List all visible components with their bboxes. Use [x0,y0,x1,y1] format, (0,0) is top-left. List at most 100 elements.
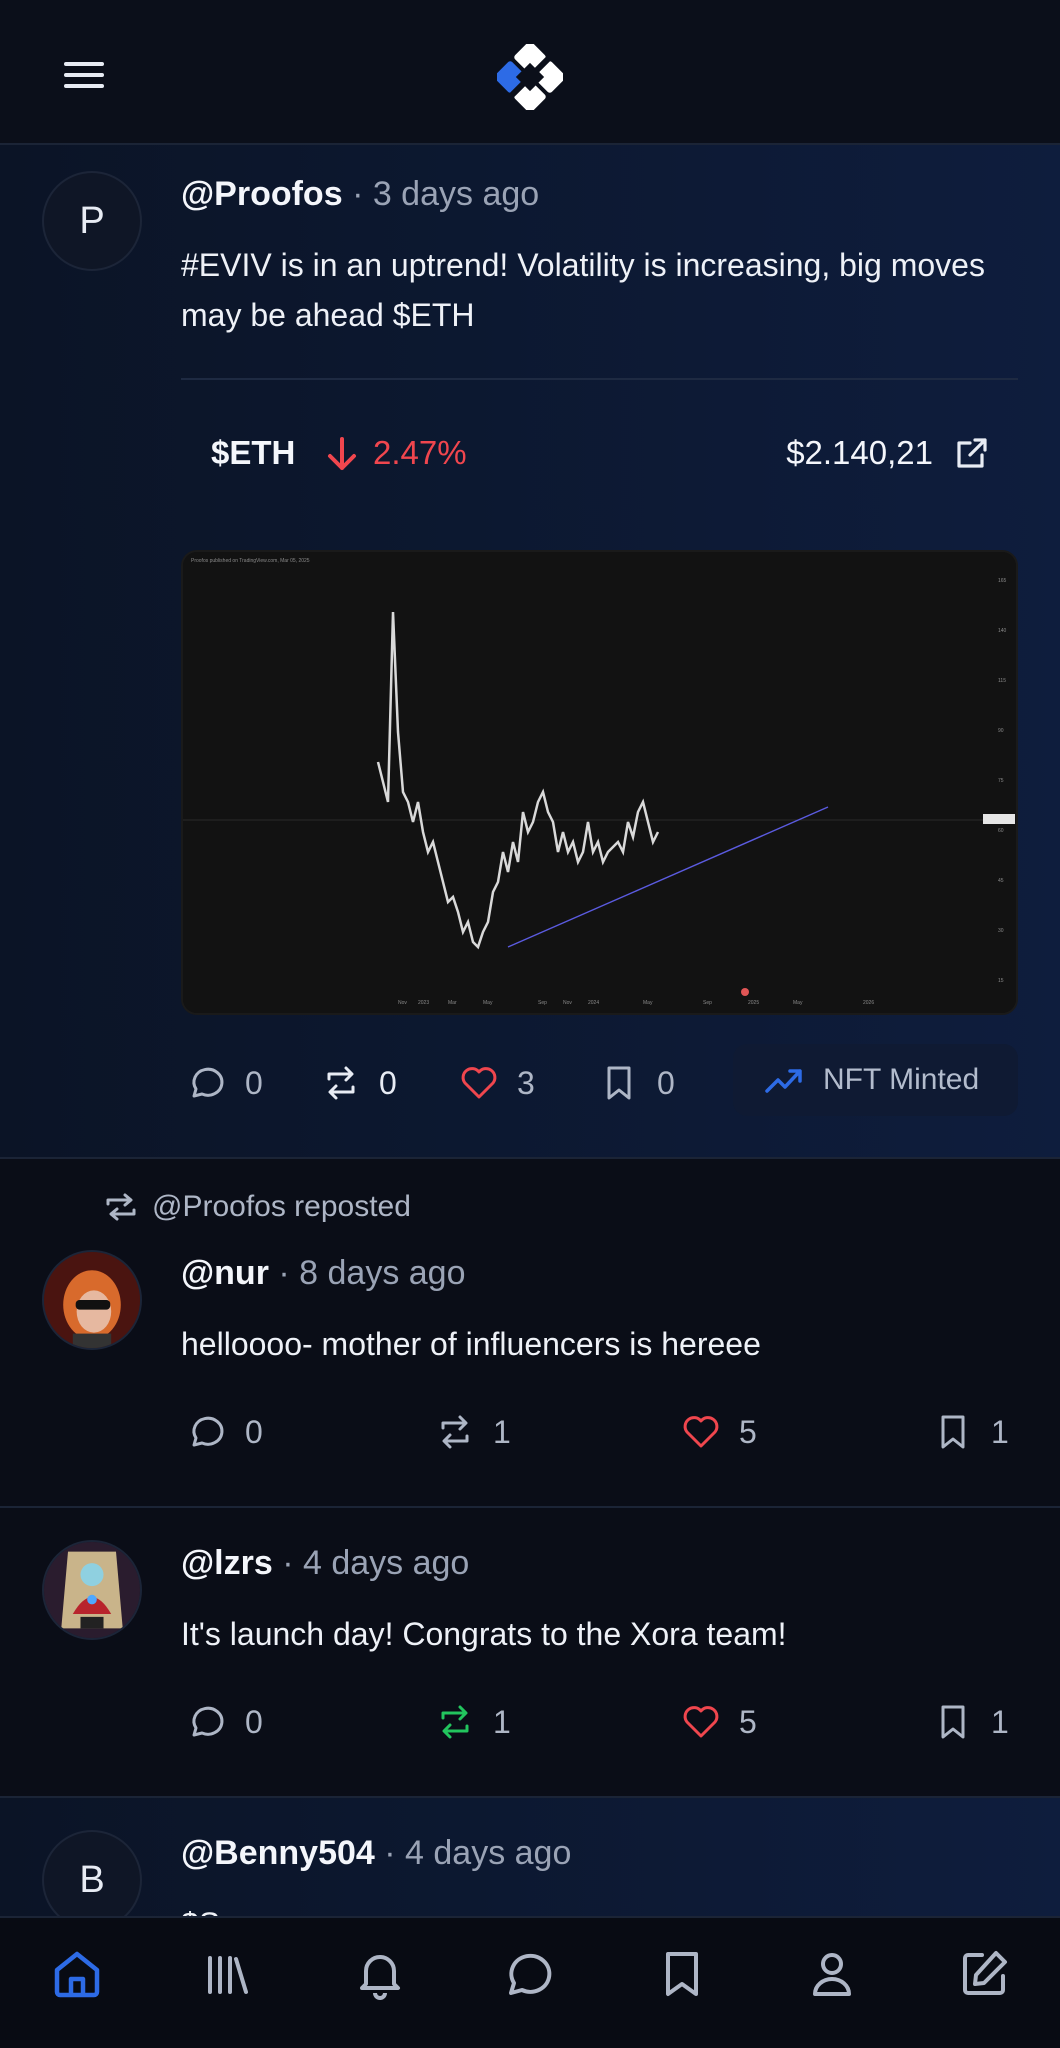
repost-button[interactable]: 0 [321,1053,397,1113]
compose-icon [963,1951,1007,1995]
heart-icon [683,1416,719,1448]
like-button[interactable]: 5 [681,1402,757,1462]
svg-text:60: 60 [998,828,1004,834]
bookmark-icon [941,1705,965,1739]
trending-up-icon [765,1069,802,1093]
post-nur[interactable]: @Proofos reposted @nur · 8 days ago hell… [0,1159,1060,1508]
repost-button[interactable]: 1 [435,1402,511,1462]
post-handle[interactable]: @Proofos [181,175,343,213]
divider [181,378,1018,380]
comment-icon [192,1706,224,1737]
post-text: #EVIV is in an uptrend! Volatility is in… [181,247,985,333]
nav-profile[interactable] [804,1946,860,2002]
like-button[interactable]: 5 [681,1692,757,1752]
svg-text:May: May [643,1000,653,1006]
chart-image[interactable]: Proofos published on TradingView.com, Ma… [181,550,1018,1015]
bookmark-button[interactable]: 1 [933,1402,1009,1462]
svg-text:Nov: Nov [563,1000,572,1006]
svg-text:May: May [483,1000,493,1006]
post-actions: 0 1 5 1 [181,1402,1021,1462]
avatar[interactable]: B [42,1830,142,1916]
post-time: · 4 days ago [384,1834,572,1872]
library-icon [208,1956,248,1994]
post-text: $S... [181,1899,1021,1916]
comment-button[interactable]: 0 [187,1402,263,1462]
post-time: · 4 days ago [282,1544,470,1582]
post-handle[interactable]: @nur [181,1254,269,1292]
bookmark-icon [941,1415,965,1449]
svg-text:165: 165 [998,578,1007,584]
ticker-symbol: $ETH [211,434,296,471]
nav-notifications[interactable] [352,1946,408,2002]
svg-text:Sep: Sep [703,1000,712,1006]
svg-text:140: 140 [998,628,1007,634]
nav-library[interactable] [200,1946,256,2002]
nav-home[interactable] [49,1946,105,2002]
comment-button[interactable]: 0 [187,1053,263,1113]
bell-icon [360,1955,400,2000]
xora-logo[interactable] [497,44,563,110]
svg-text:30: 30 [998,928,1004,934]
nav-messages[interactable] [502,1946,558,2002]
comment-icon [192,1416,224,1447]
repost-label: @Proofos reposted [102,1190,411,1224]
like-button[interactable]: 3 [459,1053,535,1113]
svg-text:2026: 2026 [863,1000,874,1006]
hamburger-menu-icon[interactable] [64,62,104,92]
svg-text:75: 75 [998,778,1004,784]
nav-compose[interactable] [956,1946,1012,2002]
repost-button[interactable]: 1 [435,1692,511,1752]
avatar-photo [44,1252,140,1348]
candlestick-chart-image: Proofos published on TradingView.com, Ma… [183,552,1016,1013]
svg-text:115: 115 [998,678,1006,684]
bookmark-icon [666,1952,698,1996]
post-lzrs[interactable]: @lzrs · 4 days ago It's launch day! Cong… [0,1508,1060,1798]
nav-bookmarks[interactable] [654,1946,710,2002]
svg-text:15: 15 [998,978,1004,984]
post-proofos[interactable]: P @Proofos · 3 days ago #EVIV is in an u… [0,145,1060,1159]
svg-text:Proofos published on TradingVi: Proofos published on TradingView.com, Ma… [191,558,310,564]
ticker-change: 2.47% [373,434,467,471]
svg-text:2024: 2024 [588,1000,599,1006]
svg-text:May: May [793,1000,803,1006]
chat-icon [509,1953,552,1995]
svg-text:2023: 2023 [418,1000,429,1006]
svg-text:90: 90 [998,728,1004,734]
svg-text:Sep: Sep [538,1000,547,1006]
repost-icon [327,1066,355,1100]
post-handle[interactable]: @lzrs [181,1544,273,1582]
avatar-photo [44,1542,140,1638]
avatar[interactable]: P [42,171,142,271]
bookmark-button[interactable]: 1 [933,1692,1009,1752]
external-link-icon[interactable] [954,435,990,471]
post-text: helloooo- mother of influencers is heree… [181,1326,761,1362]
post-benny504[interactable]: B @Benny504 · 4 days ago $S... [0,1798,1060,1916]
bookmark-icon [607,1066,631,1100]
post-text: It's launch day! Congrats to the Xora te… [181,1616,787,1652]
post-time: · 8 days ago [278,1254,466,1292]
profile-icon [813,1953,851,1996]
avatar[interactable] [42,1250,142,1350]
top-bar [0,0,1060,145]
home-icon [54,1951,100,1998]
post-handle[interactable]: @Benny504 [181,1834,375,1872]
comment-button[interactable]: 0 [187,1692,263,1752]
post-time: · 3 days ago [352,175,540,213]
repost-icon [106,1193,136,1221]
svg-text:Mar: Mar [448,1000,457,1006]
svg-text:2025: 2025 [748,1000,759,1006]
repost-icon [441,1415,469,1449]
arrow-down-icon [328,437,356,470]
svg-text:Nov: Nov [398,1000,407,1006]
bookmark-button[interactable]: 0 [599,1053,675,1113]
ticker-price: $2.140,21 [786,434,933,471]
heart-icon [683,1706,719,1738]
post-actions: 0 1 5 1 [181,1692,1021,1752]
svg-text:45: 45 [998,878,1004,884]
comment-icon [192,1067,224,1098]
ticker-card[interactable]: $ETH 2.47% $2.140,21 [181,420,1018,490]
nft-minted-badge[interactable]: NFT Minted [733,1044,1018,1116]
bottom-nav [0,1916,1060,2048]
heart-icon [461,1067,497,1099]
avatar[interactable] [42,1540,142,1640]
